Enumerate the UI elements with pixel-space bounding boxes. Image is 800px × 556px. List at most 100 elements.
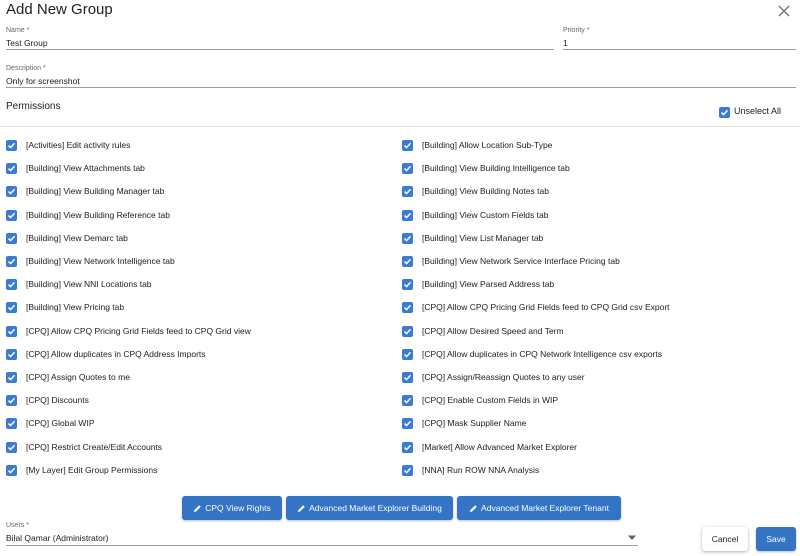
permission-label: [CPQ] Mask Supplier Name bbox=[422, 418, 527, 428]
pencil-icon bbox=[194, 504, 201, 512]
permission-right-item[interactable]: [CPQ] Enable Custom Fields in WIP bbox=[402, 393, 558, 407]
pencil-icon bbox=[469, 504, 477, 512]
close-icon[interactable] bbox=[775, 2, 793, 20]
priority-input[interactable]: 1 bbox=[563, 38, 568, 48]
permission-left-item[interactable]: [CPQ] Global WIP bbox=[6, 416, 95, 430]
checkmark-icon bbox=[7, 258, 16, 265]
permission-checkbox[interactable] bbox=[402, 325, 413, 337]
chevron-down-icon[interactable] bbox=[628, 535, 636, 541]
permission-left-item[interactable]: [Building] View Network Intelligence tab bbox=[6, 254, 175, 268]
permission-left-item[interactable]: [My Layer] Edit Group Permissions bbox=[6, 463, 157, 477]
permission-right-item[interactable]: [CPQ] Allow Desired Speed and Term bbox=[402, 324, 564, 338]
permission-label: [Building] View Pricing tab bbox=[26, 302, 125, 312]
checkmark-icon bbox=[720, 109, 729, 116]
permission-label: [CPQ] Assign Quotes to me bbox=[26, 372, 130, 382]
users-select[interactable]: Bilal Qamar (Administrator) bbox=[6, 533, 109, 543]
permission-label: [Building] View Building Manager tab bbox=[26, 186, 165, 196]
permission-checkbox[interactable] bbox=[402, 185, 413, 197]
permission-checkbox[interactable] bbox=[402, 348, 413, 360]
cancel-button[interactable]: Cancel bbox=[702, 527, 748, 551]
permission-checkbox[interactable] bbox=[402, 464, 413, 476]
permission-checkbox[interactable] bbox=[402, 371, 413, 383]
permission-checkbox[interactable] bbox=[6, 394, 17, 406]
permission-checkbox[interactable] bbox=[6, 162, 17, 174]
permission-checkbox[interactable] bbox=[6, 139, 17, 151]
permission-checkbox[interactable] bbox=[402, 162, 413, 174]
permission-checkbox[interactable] bbox=[6, 232, 17, 244]
cpq-view-rights-button[interactable]: CPQ View Rights bbox=[182, 496, 282, 520]
checkmark-icon bbox=[7, 304, 16, 311]
permission-checkbox[interactable] bbox=[402, 232, 413, 244]
permission-checkbox[interactable] bbox=[6, 278, 17, 290]
permission-label: [CPQ] Allow CPQ Pricing Grid Fields feed… bbox=[26, 326, 251, 336]
checkmark-icon bbox=[7, 142, 16, 149]
permission-right-item[interactable]: [CPQ] Assign/Reassign Quotes to any user bbox=[402, 370, 585, 384]
permission-checkbox[interactable] bbox=[6, 371, 17, 383]
permission-checkbox[interactable] bbox=[6, 417, 17, 429]
checkmark-icon bbox=[403, 235, 412, 242]
permission-left-item[interactable]: [CPQ] Discounts bbox=[6, 393, 89, 407]
permission-left-item[interactable]: [Activities] Edit activity rules bbox=[6, 138, 130, 152]
permission-checkbox[interactable] bbox=[6, 185, 17, 197]
checkmark-icon bbox=[7, 212, 16, 219]
permission-checkbox[interactable] bbox=[6, 325, 17, 337]
advanced-market-explorer-building-button[interactable]: Advanced Market Explorer Building bbox=[286, 496, 453, 520]
permission-label: [Building] View NNI Locations tab bbox=[26, 279, 152, 289]
permission-checkbox[interactable] bbox=[402, 278, 413, 290]
advanced-market-explorer-tenant-button[interactable]: Advanced Market Explorer Tenant bbox=[457, 496, 621, 520]
permission-right-item[interactable]: [Building] View Network Service Interfac… bbox=[402, 254, 620, 268]
permission-checkbox[interactable] bbox=[6, 348, 17, 360]
permission-right-item[interactable]: [CPQ] Mask Supplier Name bbox=[402, 416, 526, 430]
permission-label: [My Layer] Edit Group Permissions bbox=[26, 465, 158, 475]
permission-left-item[interactable]: [Building] View Building Manager tab bbox=[6, 184, 164, 198]
permission-label: [Building] View Attachments tab bbox=[26, 163, 145, 173]
permission-checkbox[interactable] bbox=[402, 139, 413, 151]
permission-checkbox[interactable] bbox=[402, 441, 413, 453]
permission-right-item[interactable]: [CPQ] Allow duplicates in CPQ Network In… bbox=[402, 347, 662, 361]
permission-checkbox[interactable] bbox=[402, 255, 413, 267]
permission-right-item[interactable]: [Building] View List Manager tab bbox=[402, 231, 543, 245]
permission-checkbox[interactable] bbox=[402, 301, 413, 313]
unselect-all-checkbox[interactable] bbox=[719, 107, 730, 118]
priority-label: Priority * bbox=[563, 27, 590, 34]
name-input[interactable]: Test Group bbox=[6, 38, 48, 48]
permission-left-item[interactable]: [CPQ] Allow CPQ Pricing Grid Fields feed… bbox=[6, 324, 251, 338]
permission-left-item[interactable]: [Building] View Pricing tab bbox=[6, 300, 124, 314]
permission-label: [CPQ] Discounts bbox=[26, 395, 89, 405]
permission-left-item[interactable]: [Building] View Demarc tab bbox=[6, 231, 128, 245]
checkmark-icon bbox=[403, 444, 412, 451]
permission-checkbox[interactable] bbox=[6, 441, 17, 453]
save-button[interactable]: Save bbox=[756, 527, 796, 551]
permission-left-item[interactable]: [Building] View Building Reference tab bbox=[6, 208, 170, 222]
checkmark-icon bbox=[403, 188, 412, 195]
permission-right-item[interactable]: [Building] Allow Location Sub-Type bbox=[402, 138, 552, 152]
checkmark-icon bbox=[403, 351, 412, 358]
permission-left-item[interactable]: [CPQ] Assign Quotes to me bbox=[6, 370, 130, 384]
permission-right-item[interactable]: [Building] View Building Notes tab bbox=[402, 184, 549, 198]
permission-left-item[interactable]: [CPQ] Restrict Create/Edit Accounts bbox=[6, 440, 162, 454]
permission-right-item[interactable]: [Building] View Parsed Address tab bbox=[402, 277, 554, 291]
checkmark-icon bbox=[7, 374, 16, 381]
permission-right-item[interactable]: [Building] View Building Intelligence ta… bbox=[402, 161, 570, 175]
permission-label: [Building] View Demarc tab bbox=[26, 233, 128, 243]
checkmark-icon bbox=[7, 235, 16, 242]
permission-right-item[interactable]: [CPQ] Allow CPQ Pricing Grid Fields feed… bbox=[402, 300, 670, 314]
permission-right-item[interactable]: [Building] View Custom Fields tab bbox=[402, 208, 548, 222]
permission-checkbox[interactable] bbox=[6, 464, 17, 476]
permission-checkbox[interactable] bbox=[6, 301, 17, 313]
permission-checkbox[interactable] bbox=[402, 209, 413, 221]
advanced-market-explorer-tenant-label: Advanced Market Explorer Tenant bbox=[481, 503, 609, 513]
permission-right-item[interactable]: [Market] Allow Advanced Market Explorer bbox=[402, 440, 577, 454]
checkmark-icon bbox=[403, 328, 412, 335]
permission-label: [Building] View Parsed Address tab bbox=[422, 279, 555, 289]
permission-left-item[interactable]: [Building] View NNI Locations tab bbox=[6, 277, 152, 291]
permission-checkbox[interactable] bbox=[402, 394, 413, 406]
permission-checkbox[interactable] bbox=[6, 209, 17, 221]
description-input[interactable]: Only for screenshot bbox=[6, 76, 80, 86]
permission-left-item[interactable]: [Building] View Attachments tab bbox=[6, 161, 145, 175]
permission-checkbox[interactable] bbox=[402, 417, 413, 429]
checkmark-icon bbox=[403, 142, 412, 149]
permission-checkbox[interactable] bbox=[6, 255, 17, 267]
permission-right-item[interactable]: [NNA] Run ROW NNA Analysis bbox=[402, 463, 539, 477]
permission-left-item[interactable]: [CPQ] Allow duplicates in CPQ Address Im… bbox=[6, 347, 206, 361]
